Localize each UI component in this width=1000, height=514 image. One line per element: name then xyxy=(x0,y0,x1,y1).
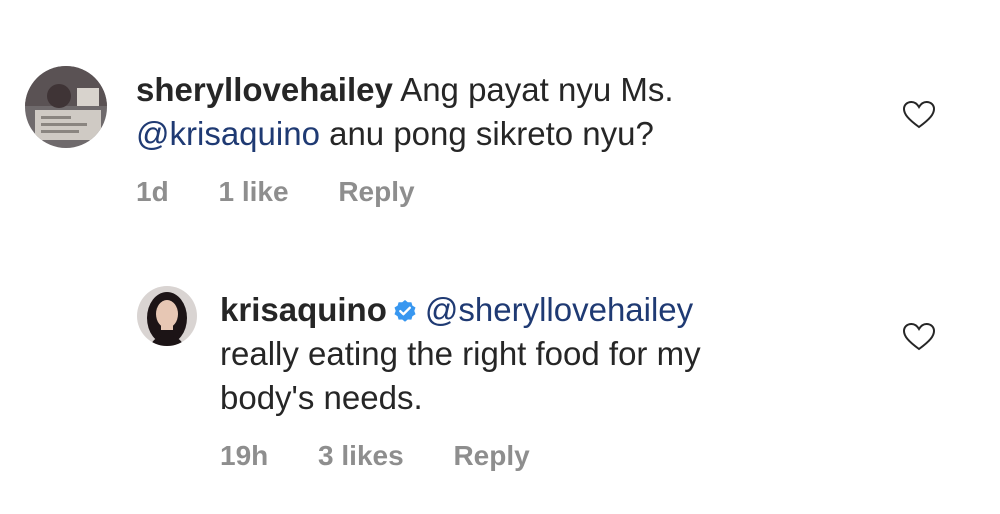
user-avatar-image xyxy=(137,286,197,346)
comment-text: really eating the right food for my xyxy=(220,335,701,372)
comment-text: Ang payat nyu Ms. xyxy=(400,71,674,108)
comment-meta: 1d 1 like Reply xyxy=(136,176,457,208)
avatar[interactable] xyxy=(137,286,197,346)
reply-button[interactable]: Reply xyxy=(338,176,414,208)
comment-timestamp[interactable]: 19h xyxy=(220,440,268,472)
mention-link[interactable]: @sheryllovehailey xyxy=(425,291,693,328)
comment-meta: 19h 3 likes Reply xyxy=(220,440,572,472)
comment-body: sheryllovehailey Ang payat nyu Ms. @kris… xyxy=(136,68,836,156)
comment-username[interactable]: sheryllovehailey xyxy=(136,71,393,108)
heart-outline-icon[interactable] xyxy=(902,322,936,352)
comment-like-count[interactable]: 3 likes xyxy=(318,440,404,472)
comment-item: sheryllovehailey Ang payat nyu Ms. @kris… xyxy=(0,0,1000,240)
comment-like-count[interactable]: 1 like xyxy=(218,176,288,208)
reply-comment-item: krisaquino @sheryllovehailey really eatin… xyxy=(0,240,1000,514)
mention-link[interactable]: @krisaquino xyxy=(136,115,320,152)
avatar[interactable] xyxy=(25,66,107,148)
heart-outline-icon[interactable] xyxy=(902,100,936,130)
comment-body: krisaquino @sheryllovehailey really eatin… xyxy=(220,288,920,420)
verified-badge-icon xyxy=(393,299,417,323)
comment-text: anu pong sikreto nyu? xyxy=(329,115,654,152)
comment-text: body's needs. xyxy=(220,379,423,416)
comment-username[interactable]: krisaquino xyxy=(220,291,387,328)
user-avatar-image xyxy=(25,66,107,148)
reply-button[interactable]: Reply xyxy=(453,440,529,472)
comment-timestamp[interactable]: 1d xyxy=(136,176,169,208)
